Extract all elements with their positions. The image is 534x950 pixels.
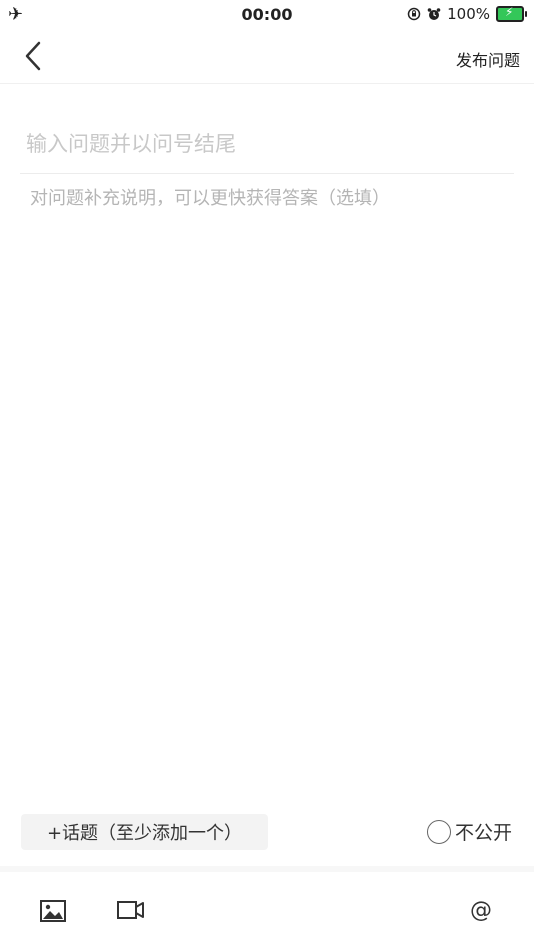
video-icon[interactable] (117, 900, 145, 920)
private-label: 不公开 (454, 822, 512, 844)
question-description-input[interactable]: 对问题补充说明，可以更快获得答案（选填） (30, 184, 510, 210)
nav-bar: 发布问题 (0, 28, 534, 84)
image-icon[interactable] (40, 900, 66, 922)
bottom-toolbar: @ (0, 872, 534, 950)
status-bar: ✈ 00:00 100% ⚡ (0, 0, 534, 28)
private-toggle[interactable]: 不公开 (426, 818, 512, 845)
rotation-lock-icon (407, 7, 421, 21)
battery-icon: ⚡ (496, 5, 527, 22)
battery-percent: 100% (447, 5, 490, 23)
alarm-icon (427, 8, 441, 20)
publish-button[interactable]: 发布问题 (456, 47, 520, 71)
private-radio[interactable] (426, 819, 451, 844)
question-title-input[interactable]: 输入问题并以问号结尾 (26, 128, 506, 158)
add-topic-button[interactable]: +话题（至少添加一个） (21, 814, 268, 850)
divider (20, 173, 514, 174)
mention-button[interactable]: @ (470, 898, 492, 923)
status-right: 100% ⚡ (407, 5, 527, 23)
back-icon[interactable] (20, 40, 50, 72)
